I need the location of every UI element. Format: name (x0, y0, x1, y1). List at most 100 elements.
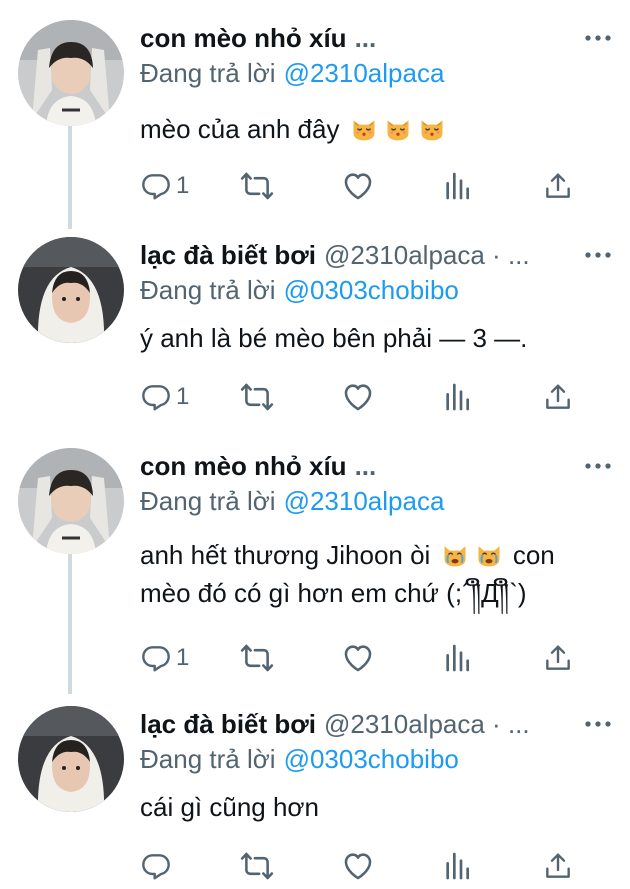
avatar[interactable] (18, 20, 124, 126)
reply-icon (140, 642, 172, 674)
retweet-button[interactable] (240, 846, 274, 886)
more-icon (583, 250, 613, 260)
views-button[interactable] (441, 846, 473, 886)
views-icon (441, 642, 473, 674)
avatar-image (18, 237, 124, 343)
share-icon (542, 170, 574, 202)
avatar[interactable] (18, 237, 124, 343)
like-icon (341, 641, 375, 675)
share-button[interactable] (542, 638, 574, 678)
like-button[interactable] (341, 638, 375, 678)
avatar[interactable] (18, 448, 124, 554)
share-button[interactable] (542, 846, 574, 886)
reply-button[interactable] (140, 846, 172, 886)
views-button[interactable] (441, 638, 473, 678)
kissing-cat-icon (418, 115, 446, 143)
display-name[interactable]: con mèo nhỏ xíu (140, 451, 347, 482)
crying-cat-icon (475, 541, 503, 569)
avatar-image (18, 706, 124, 812)
avatar-image (18, 20, 124, 126)
share-icon (542, 642, 574, 674)
tweet-text: mèo của anh đây (140, 110, 610, 148)
more-button[interactable] (580, 454, 616, 478)
reply-button[interactable]: 1 (140, 638, 189, 678)
retweet-icon (240, 849, 274, 883)
more-button[interactable] (580, 243, 616, 267)
display-name[interactable]: con mèo nhỏ xíu (140, 23, 347, 54)
replying-to-label: Đang trả lời (140, 275, 276, 305)
name-ellipsis: ... (354, 22, 377, 53)
tweet-thread: con mèo nhỏ xíu ... Đang trả lời @2310alp… (0, 0, 630, 889)
like-button[interactable] (341, 166, 375, 206)
crying-cat-icon (441, 541, 469, 569)
more-icon (583, 719, 613, 729)
tweet-text-content: ý anh là bé mèo bên phải — 3 —. (140, 323, 528, 353)
views-icon (441, 850, 473, 882)
replying-to-label: Đang trả lời (140, 744, 276, 774)
retweet-button[interactable] (240, 638, 274, 678)
replying-to: Đang trả lời @0303chobibo (140, 275, 459, 306)
reply-icon (140, 170, 172, 202)
more-button[interactable] (580, 26, 616, 50)
views-icon (441, 170, 473, 202)
retweet-icon (240, 641, 274, 675)
views-button[interactable] (441, 166, 473, 206)
tweet-text-content: mèo của anh đây (140, 114, 340, 144)
reply-icon (140, 850, 172, 882)
share-button[interactable] (542, 166, 574, 206)
retweet-button[interactable] (240, 377, 274, 417)
reply-count: 1 (176, 644, 190, 671)
share-icon (542, 381, 574, 413)
action-bar: 1 (140, 166, 580, 206)
display-name[interactable]: lạc đà biết bơi (140, 709, 316, 740)
tweet-header: lạc đà biết bơi @2310alpaca · ... (140, 237, 530, 273)
reply-button[interactable]: 1 (140, 377, 189, 417)
like-icon (341, 849, 375, 883)
mention-link[interactable]: @0303chobibo (284, 744, 459, 774)
action-bar: 1 (140, 638, 580, 678)
like-icon (341, 380, 375, 414)
mention-link[interactable]: @2310alpaca (284, 486, 445, 516)
reply-button[interactable]: 1 (140, 166, 189, 206)
avatar-image (18, 448, 124, 554)
retweet-icon (240, 380, 274, 414)
more-button[interactable] (580, 712, 616, 736)
username[interactable]: @2310alpaca · ... (324, 709, 530, 740)
views-button[interactable] (441, 377, 473, 417)
tweet-header: lạc đà biết bơi @2310alpaca · ... (140, 706, 530, 742)
tweet-header: con mèo nhỏ xíu ... (140, 20, 376, 56)
tweet-text-content: con (512, 540, 555, 570)
tweet-text: anh hết thương Jihoon òi con mèo đó có g… (140, 536, 610, 612)
tweet-text-content: anh hết thương Jihoon òi (140, 540, 431, 570)
tweet-header: con mèo nhỏ xíu ... (140, 448, 376, 484)
action-bar (140, 846, 580, 886)
mention-link[interactable]: @2310alpaca (284, 58, 445, 88)
avatar[interactable] (18, 706, 124, 812)
thread-line (68, 554, 72, 694)
replying-to: Đang trả lời @2310alpaca (140, 58, 444, 89)
display-name[interactable]: lạc đà biết bơi (140, 240, 316, 271)
tweet-text-content: mèo đó có gì hơn em chứ (;´༎ຶД༎ຶ`) (140, 578, 527, 608)
replying-to-label: Đang trả lời (140, 58, 276, 88)
reply-icon (140, 381, 172, 413)
like-icon (341, 169, 375, 203)
reply-count: 1 (176, 172, 190, 199)
retweet-icon (240, 169, 274, 203)
kissing-cat-icon (350, 115, 378, 143)
thread-line (68, 124, 72, 229)
more-icon (583, 461, 613, 471)
tweet-text: cái gì cũng hơn (140, 788, 610, 826)
name-ellipsis: ... (354, 450, 377, 481)
like-button[interactable] (341, 846, 375, 886)
username[interactable]: @2310alpaca · ... (324, 240, 530, 271)
like-button[interactable] (341, 377, 375, 417)
replying-to: Đang trả lời @2310alpaca (140, 486, 444, 517)
action-bar: 1 (140, 377, 580, 417)
reply-count: 1 (176, 383, 190, 410)
more-icon (583, 33, 613, 43)
tweet-text-content: cái gì cũng hơn (140, 792, 319, 822)
mention-link[interactable]: @0303chobibo (284, 275, 459, 305)
retweet-button[interactable] (240, 166, 274, 206)
tweet-text: ý anh là bé mèo bên phải — 3 —. (140, 319, 610, 357)
share-button[interactable] (542, 377, 574, 417)
